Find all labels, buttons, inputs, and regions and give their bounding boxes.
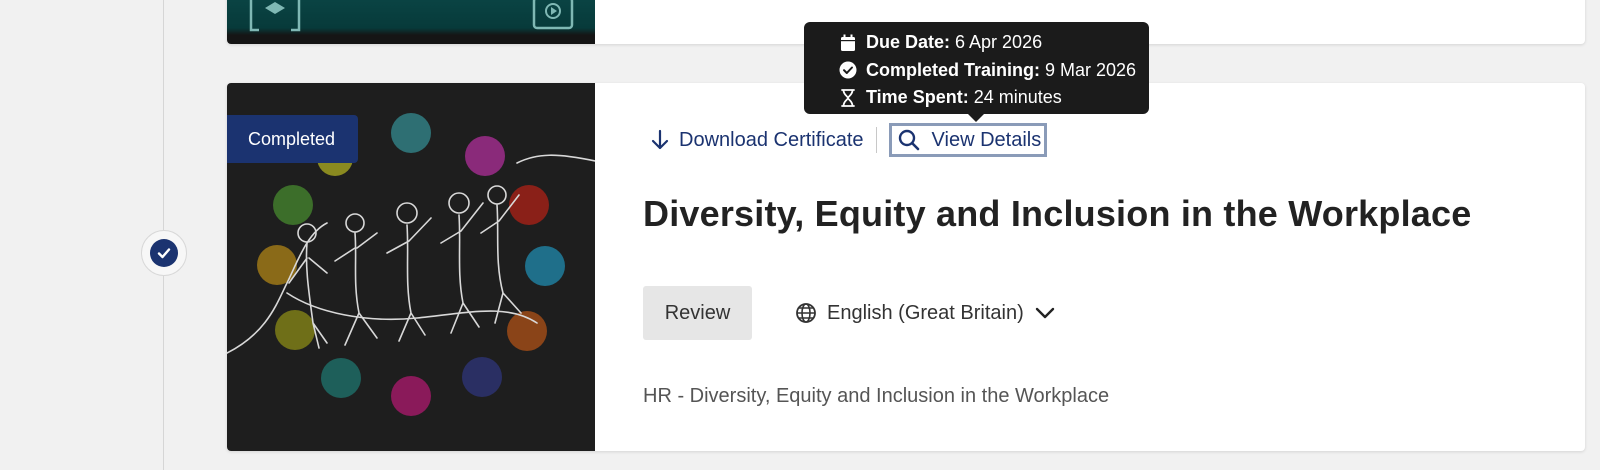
course-card-content: Download Certificate View Details Divers…	[643, 83, 1585, 451]
completion-status-node	[141, 230, 187, 276]
course-subtitle: HR - Diversity, Equity and Inclusion in …	[643, 385, 1110, 407]
action-divider	[875, 127, 877, 153]
review-button[interactable]: Review	[643, 286, 752, 340]
completed-training-row: Completed Training: 9 Mar 2026	[838, 57, 1149, 85]
due-date-value: 6 Apr 2026	[955, 32, 1043, 53]
view-details-link[interactable]: View Details	[888, 123, 1048, 157]
time-spent-value: 24 minutes	[973, 87, 1062, 108]
card-actions: Download Certificate View Details	[651, 123, 1048, 157]
arrow-down-icon	[651, 129, 669, 150]
previous-course-thumbnail	[227, 0, 595, 44]
course-thumbnail: Completed	[227, 83, 595, 451]
due-date-row: Due Date: 6 Apr 2026	[838, 29, 1149, 57]
download-certificate-label: Download Certificate	[679, 128, 864, 151]
status-badge: Completed	[227, 115, 358, 163]
check-circle-icon	[150, 239, 178, 267]
search-icon	[898, 129, 919, 151]
hourglass-icon	[838, 88, 858, 107]
completed-training-value: 9 Mar 2026	[1045, 59, 1137, 80]
check-circle-icon	[838, 61, 858, 79]
download-certificate-link[interactable]: Download Certificate	[651, 129, 864, 152]
course-icon	[249, 0, 301, 32]
due-date-label: Due Date:	[866, 32, 951, 53]
course-title: Diversity, Equity and Inclusion in the W…	[643, 193, 1472, 234]
language-label: English (Great Britain)	[827, 301, 1024, 324]
time-spent-label: Time Spent:	[866, 87, 969, 108]
details-tooltip: Due Date: 6 Apr 2026 Completed Training:…	[804, 22, 1149, 122]
view-details-label: View Details	[931, 128, 1042, 151]
course-card: Completed Download Certificate View Deta…	[227, 83, 1585, 451]
language-selector[interactable]: English (Great Britain)	[795, 296, 1056, 330]
calendar-icon	[838, 34, 858, 52]
time-spent-row: Time Spent: 24 minutes	[838, 84, 1149, 112]
globe-icon	[796, 303, 816, 323]
video-icon	[532, 0, 574, 30]
completed-training-label: Completed Training:	[866, 59, 1041, 80]
chevron-down-icon	[1035, 307, 1054, 319]
